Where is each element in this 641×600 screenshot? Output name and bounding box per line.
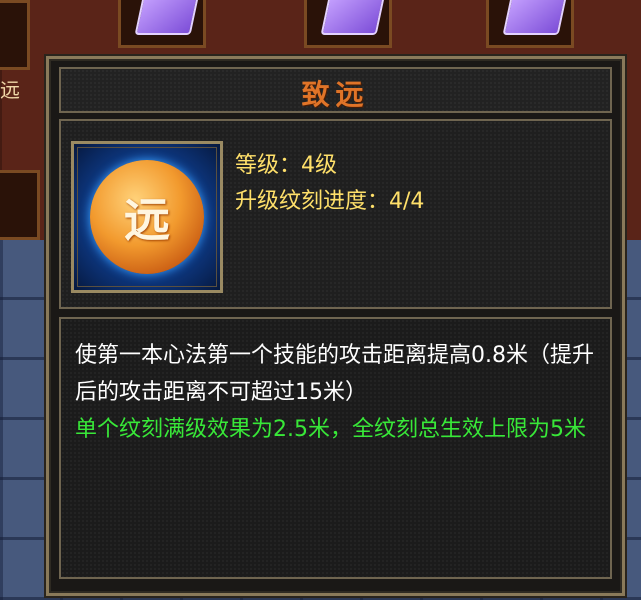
inventory-slot[interactable]: [304, 0, 392, 48]
purple-gem-icon: [502, 0, 568, 35]
purple-gem-icon: [0, 173, 33, 203]
tooltip-header: 致远: [59, 67, 612, 113]
effect-description: 使第一本心法第一个技能的攻击距离提高0.8米（提升后的攻击距离不可超过15米）: [75, 343, 594, 405]
side-label: 远: [0, 78, 20, 102]
zhiyuan-coin-icon: 远: [90, 160, 204, 274]
item-description: 使第一本心法第一个技能的攻击距离提高0.8米（提升后的攻击距离不可超过15米） …: [59, 317, 612, 579]
item-tooltip: 致远 远 等级：4级 升级纹刻进度：4/4 使第一本心法第一个技能的攻击距离提高…: [46, 56, 625, 596]
purple-gem-icon: [320, 0, 386, 35]
inventory-slot[interactable]: [0, 170, 40, 240]
inventory-slot[interactable]: [486, 0, 574, 48]
item-info-section: 远 等级：4级 升级纹刻进度：4/4: [59, 119, 612, 309]
upgrade-progress-label: 升级纹刻进度：4/4: [235, 189, 425, 214]
effect-cap-note: 单个纹刻满级效果为2.5米，全纹刻总生效上限为5米: [75, 417, 586, 442]
item-icon-frame: 远: [71, 141, 223, 293]
purple-gem-icon: [134, 0, 200, 35]
level-label: 等级：4级: [235, 153, 337, 178]
tooltip-title: 致远: [301, 78, 370, 111]
inventory-slot[interactable]: [0, 0, 30, 70]
inventory-slot[interactable]: [118, 0, 206, 48]
